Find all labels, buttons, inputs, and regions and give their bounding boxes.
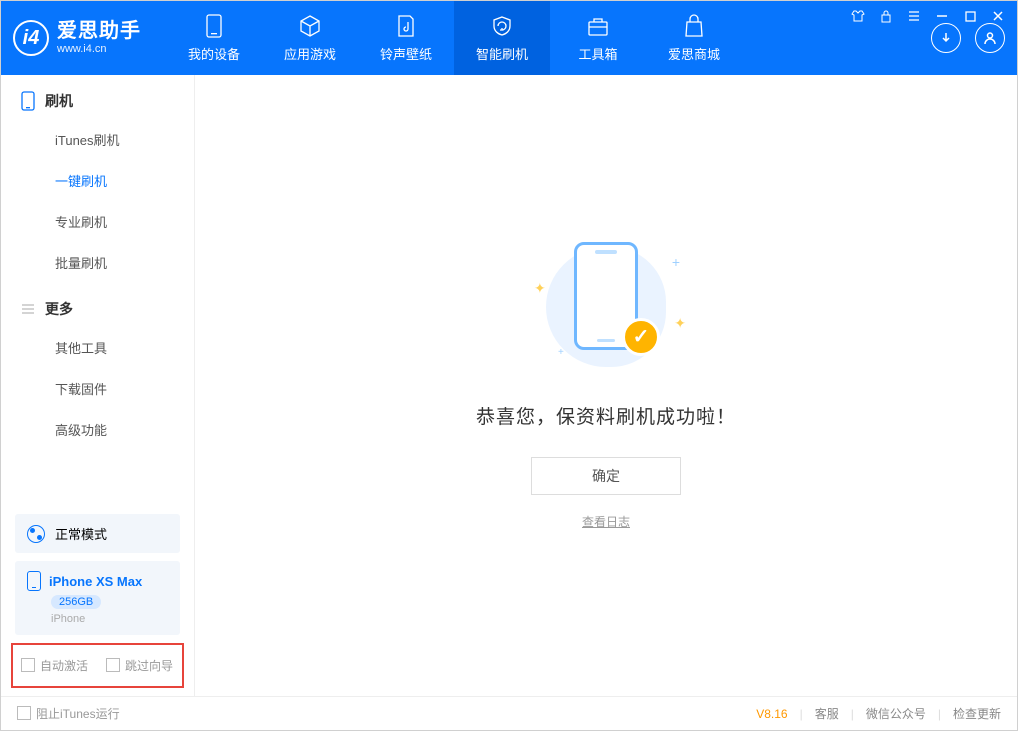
phone-small-icon (21, 91, 35, 111)
device-capacity: 256GB (51, 595, 101, 609)
device-name: iPhone XS Max (49, 574, 142, 589)
check-update-link[interactable]: 检查更新 (953, 705, 1001, 722)
sparkle-icon: ✦ (534, 280, 546, 297)
view-log-link[interactable]: 查看日志 (582, 513, 630, 530)
check-badge-icon: ✓ (622, 318, 660, 356)
options-highlight-box: 自动激活 跳过向导 (11, 643, 184, 688)
option-label: 跳过向导 (125, 659, 173, 673)
sidebar-item-batch-flash[interactable]: 批量刷机 (1, 242, 194, 283)
ok-button[interactable]: 确定 (531, 457, 681, 495)
logo-icon: i4 (13, 20, 49, 56)
sidebar-item-oneclick-flash[interactable]: 一键刷机 (1, 160, 194, 201)
sidebar-item-itunes-flash[interactable]: iTunes刷机 (1, 119, 194, 160)
checkbox-icon[interactable] (21, 658, 35, 672)
support-link[interactable]: 客服 (815, 705, 839, 722)
tab-label: 智能刷机 (476, 44, 528, 63)
app-title: 爱思助手 (57, 21, 141, 41)
wechat-link[interactable]: 微信公众号 (866, 705, 926, 722)
tab-store[interactable]: 爱思商城 (646, 1, 742, 75)
tab-label: 爱思商城 (668, 44, 720, 63)
tab-label: 工具箱 (578, 44, 617, 63)
window-controls (849, 7, 1007, 25)
phone-icon (202, 14, 226, 38)
sidebar-bottom: 正常模式 iPhone XS Max 256GB iPhone 自动激活 跳过向… (1, 506, 194, 696)
minimize-icon[interactable] (933, 7, 951, 25)
music-file-icon (394, 14, 418, 38)
download-button[interactable] (931, 23, 961, 53)
success-message: 恭喜您，保资料刷机成功啦！ (476, 402, 736, 429)
mode-icon (27, 525, 45, 543)
cube-icon (298, 14, 322, 38)
sparkle-icon: + (558, 347, 564, 358)
tab-label: 应用游戏 (284, 44, 336, 63)
bag-icon (682, 14, 706, 38)
sidebar-item-download-firmware[interactable]: 下载固件 (1, 368, 194, 409)
success-illustration: ✓ ✦ + ✦ + (526, 242, 686, 372)
option-label: 自动激活 (40, 659, 88, 673)
option-label: 阻止iTunes运行 (36, 707, 120, 721)
checkbox-icon[interactable] (17, 706, 31, 720)
tab-my-device[interactable]: 我的设备 (166, 1, 262, 75)
main-tabs: 我的设备 应用游戏 铃声壁纸 智能刷机 工具箱 爱思商城 (166, 1, 931, 75)
header-right-buttons (931, 23, 1005, 53)
app-logo[interactable]: i4 爱思助手 www.i4.cn (13, 20, 141, 56)
user-button[interactable] (975, 23, 1005, 53)
statusbar: 阻止iTunes运行 V8.16 | 客服 | 微信公众号 | 检查更新 (1, 696, 1017, 730)
sidebar-item-other-tools[interactable]: 其他工具 (1, 327, 194, 368)
tab-label: 我的设备 (188, 44, 240, 63)
main-content: ✓ ✦ + ✦ + 恭喜您，保资料刷机成功啦！ 确定 查看日志 (195, 75, 1017, 696)
mode-label: 正常模式 (55, 524, 107, 543)
sparkle-icon: + (672, 254, 680, 270)
tab-toolbox[interactable]: 工具箱 (550, 1, 646, 75)
sidebar-item-pro-flash[interactable]: 专业刷机 (1, 201, 194, 242)
shirt-icon[interactable] (849, 7, 867, 25)
sidebar: 刷机 iTunes刷机 一键刷机 专业刷机 批量刷机 更多 其他工具 下载固件 … (1, 75, 195, 696)
section-title: 更多 (45, 299, 73, 319)
checkbox-icon[interactable] (106, 658, 120, 672)
sparkle-icon: ✦ (674, 315, 686, 332)
refresh-shield-icon (490, 14, 514, 38)
section-title: 刷机 (45, 91, 73, 111)
sidebar-section-flash: 刷机 (1, 75, 194, 119)
menu-icon[interactable] (905, 7, 923, 25)
close-icon[interactable] (989, 7, 1007, 25)
lock-icon[interactable] (877, 7, 895, 25)
device-icon (27, 571, 41, 591)
tab-ringtones-wallpapers[interactable]: 铃声壁纸 (358, 1, 454, 75)
toolbox-icon (586, 14, 610, 38)
skip-wizard-option[interactable]: 跳过向导 (106, 657, 173, 674)
auto-activate-option[interactable]: 自动激活 (21, 657, 88, 674)
header: i4 爱思助手 www.i4.cn 我的设备 应用游戏 铃声壁纸 智能刷机 工具… (1, 1, 1017, 75)
mode-card[interactable]: 正常模式 (15, 514, 180, 553)
sidebar-section-more: 更多 (1, 283, 194, 327)
block-itunes-option[interactable]: 阻止iTunes运行 (17, 705, 120, 722)
version-label: V8.16 (756, 707, 787, 721)
tab-smart-flash[interactable]: 智能刷机 (454, 1, 550, 75)
device-type: iPhone (51, 613, 85, 625)
maximize-icon[interactable] (961, 7, 979, 25)
logo-text: 爱思助手 www.i4.cn (57, 21, 141, 55)
sidebar-item-advanced[interactable]: 高级功能 (1, 409, 194, 450)
device-card[interactable]: iPhone XS Max 256GB iPhone (15, 561, 180, 635)
list-icon (21, 302, 35, 316)
app-subtitle: www.i4.cn (57, 43, 141, 55)
tab-label: 铃声壁纸 (380, 44, 432, 63)
tab-apps-games[interactable]: 应用游戏 (262, 1, 358, 75)
